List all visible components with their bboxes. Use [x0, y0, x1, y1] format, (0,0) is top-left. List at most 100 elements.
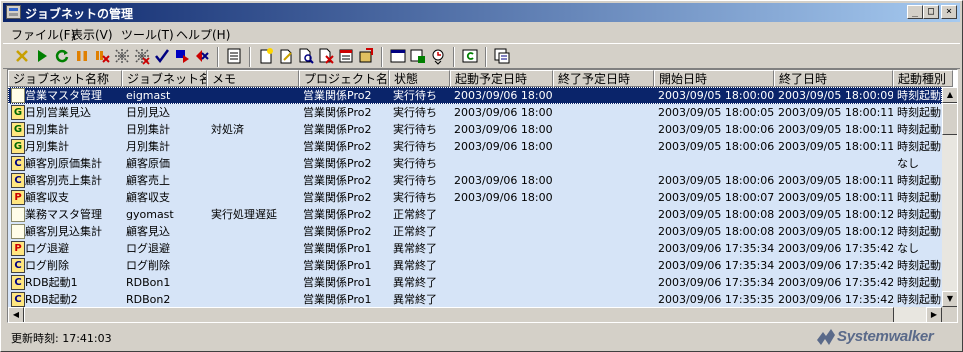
cell-memo: 実行処理遅延 [211, 208, 277, 221]
table-row[interactable]: P ログ退避 ログ退避 営業関係Pro1 異常終了 2003/09/06 17:35:34… [8, 240, 942, 257]
enable-icon[interactable] [133, 47, 151, 65]
table-row[interactable]: 業務マスタ管理 gyomast 実行処理遅延 営業関係Pro2 正常終了 2003/09/… [8, 206, 942, 223]
header-col-end-time[interactable]: 終了日時 [774, 70, 893, 87]
history-icon[interactable] [429, 47, 447, 65]
menu-bar: ファイル(F) 表示(V) ツール(T) ヘルプ(H) [3, 23, 960, 42]
header-col-project[interactable]: プロジェクト名 [299, 70, 389, 87]
cell-planned-end [557, 121, 654, 138]
cell-jobnet-name: ログ退避 [126, 242, 170, 255]
menu-view[interactable]: 表示(V) [71, 26, 113, 43]
cell-jobnet-label: 日別集計 [25, 123, 69, 136]
cut-icon[interactable] [13, 47, 31, 65]
header-col-planned-end[interactable]: 終了予定日時 [553, 70, 654, 87]
export-icon[interactable] [357, 47, 375, 65]
cell-jobnet-name: 顧客見込 [126, 225, 170, 238]
c-job-icon: C [11, 258, 25, 273]
table-row[interactable]: C ログ削除 ログ削除 営業関係Pro1 異常終了 2003/09/06 17:35:34… [8, 257, 942, 274]
calendar-icon[interactable] [337, 47, 355, 65]
cell-planned-start [454, 206, 553, 223]
start-icon[interactable] [33, 47, 51, 65]
menu-file[interactable]: ファイル(F) [11, 26, 75, 43]
cell-memo [211, 257, 299, 274]
table-row[interactable]: C RDB起動2 RDBon2 営業関係Pro1 異常終了 2003/09/06 17:3… [8, 291, 942, 308]
job-net-table: ジョブネット名称 ジョブネット名 メモ プロジェクト名 状態 起動予定日時 終了予定日時 開始… [7, 69, 958, 323]
cell-planned-start [454, 257, 553, 274]
cell-project: 営業関係Pro1 [303, 259, 372, 272]
header-col-start-time[interactable]: 開始日時 [654, 70, 774, 87]
delete-icon[interactable] [317, 47, 335, 65]
header-col-status[interactable]: 状態 [389, 70, 450, 87]
cell-project: 営業関係Pro1 [303, 276, 372, 289]
scroll-left-icon[interactable]: ◀ [8, 307, 24, 322]
disable-icon[interactable] [113, 47, 131, 65]
cell-memo [211, 172, 299, 189]
cell-jobnet-label: 顧客別原価集計 [25, 157, 102, 170]
table-row[interactable]: P 顧客収支 顧客収支 営業関係Pro2 実行待ち 2003/09/06 18:00 200… [8, 189, 942, 206]
table-row[interactable]: C 顧客別原価集計 顧客原価 営業関係Pro2 実行待ち なし [8, 155, 942, 172]
cell-planned-end [557, 206, 654, 223]
search-icon[interactable] [297, 47, 315, 65]
cell-planned-start: 2003/09/06 18:00 [454, 191, 553, 204]
table-row[interactable]: G 日別集計 日別集計 対処済 営業関係Pro2 実行待ち 2003/09/06 18:00… [8, 121, 942, 138]
table-row[interactable]: C 顧客別売上集計 顧客売上 営業関係Pro2 実行待ち 2003/09/06 18:00… [8, 172, 942, 189]
new-icon[interactable] [257, 47, 275, 65]
restart-icon[interactable] [53, 47, 71, 65]
cell-start-time: 2003/09/06 17:35:35 [658, 293, 774, 306]
header-col-start-type[interactable]: 起動種別 [893, 70, 953, 87]
maximize-button[interactable]: □ [923, 5, 939, 19]
title-bar[interactable]: ジョブネットの管理 _ □ × [3, 3, 960, 22]
cell-start-time: 2003/09/05 18:00:05 [658, 106, 774, 119]
pause-icon[interactable] [73, 47, 91, 65]
scroll-up-icon[interactable]: ▲ [942, 87, 957, 103]
menu-help[interactable]: ヘルプ(H) [176, 26, 230, 43]
cell-end-time: 2003/09/05 18:00:11 [778, 191, 893, 204]
table-row[interactable]: G 日別営業見込 日別見込 営業関係Pro2 実行待ち 2003/09/06 18:00 2… [8, 104, 942, 121]
vertical-scroll-thumb[interactable] [942, 103, 957, 135]
app-icon[interactable] [6, 5, 21, 19]
horizontal-scrollbar[interactable]: ◀ ▶ [8, 307, 942, 322]
properties-icon[interactable] [409, 47, 427, 65]
menu-tools[interactable]: ツール(T) [121, 26, 174, 43]
cell-planned-start [454, 223, 553, 240]
confirm-icon[interactable] [153, 47, 171, 65]
refresh-icon[interactable] [461, 47, 479, 65]
vertical-scrollbar[interactable]: ▲ ▼ [942, 87, 957, 307]
header-col-planned-start[interactable]: 起動予定日時 [450, 70, 553, 87]
minimize-button[interactable]: _ [907, 5, 923, 19]
cell-jobnet-label: 営業マスタ管理 [25, 89, 102, 102]
list-icon[interactable] [225, 47, 243, 65]
horizontal-scroll-thumb[interactable] [24, 307, 894, 322]
header-col-jobnet-label[interactable]: ジョブネット名称 [8, 70, 122, 87]
g-job-icon: G [11, 122, 25, 137]
cell-jobnet-label: 日別営業見込 [25, 106, 91, 119]
delete-schedule-icon[interactable] [193, 47, 211, 65]
cancel-icon[interactable] [93, 47, 111, 65]
table-row[interactable]: 営業マスタ管理 eigmast 営業関係Pro2 実行待ち 2003/09/06 18:… [8, 87, 942, 104]
cell-start-time: 2003/09/06 17:35:34 [658, 242, 774, 255]
header-col-jobnet-name[interactable]: ジョブネット名 [122, 70, 207, 87]
info-icon[interactable] [493, 47, 511, 65]
edit-icon[interactable] [277, 47, 295, 65]
header-col-memo[interactable]: メモ [207, 70, 299, 87]
table-header: ジョブネット名称 ジョブネット名 メモ プロジェクト名 状態 起動予定日時 終了予定日時 開始… [8, 70, 953, 87]
document-icon [11, 224, 25, 239]
c-job-icon: C [11, 275, 25, 290]
cell-status: 正常終了 [393, 208, 437, 221]
close-button[interactable]: × [941, 5, 957, 19]
cell-status: 実行待ち [393, 123, 437, 136]
c-job-icon: C [11, 292, 25, 307]
cell-memo [211, 155, 299, 172]
scroll-right-icon[interactable]: ▶ [926, 307, 942, 322]
table-row[interactable]: 顧客別見込集計 顧客見込 営業関係Pro2 正常終了 2003/09/05 18:00:… [8, 223, 942, 240]
cell-start-time: 2003/09/06 17:35:34 [658, 259, 774, 272]
flag-icon[interactable] [173, 47, 191, 65]
window-icon[interactable] [389, 47, 407, 65]
table-row[interactable]: C RDB起動1 RDBon1 営業関係Pro1 異常終了 2003/09/06 17:3… [8, 274, 942, 291]
table-row[interactable]: G 月別集計 月別集計 営業関係Pro2 実行待ち 2003/09/06 18:00 200… [8, 138, 942, 155]
cell-planned-start [454, 155, 553, 172]
cell-start-time: 2003/09/05 18:00:08 [658, 225, 774, 238]
cell-planned-end [557, 240, 654, 257]
cell-memo [211, 223, 299, 240]
scroll-down-icon[interactable]: ▼ [942, 291, 957, 307]
cell-project: 営業関係Pro2 [303, 174, 372, 187]
